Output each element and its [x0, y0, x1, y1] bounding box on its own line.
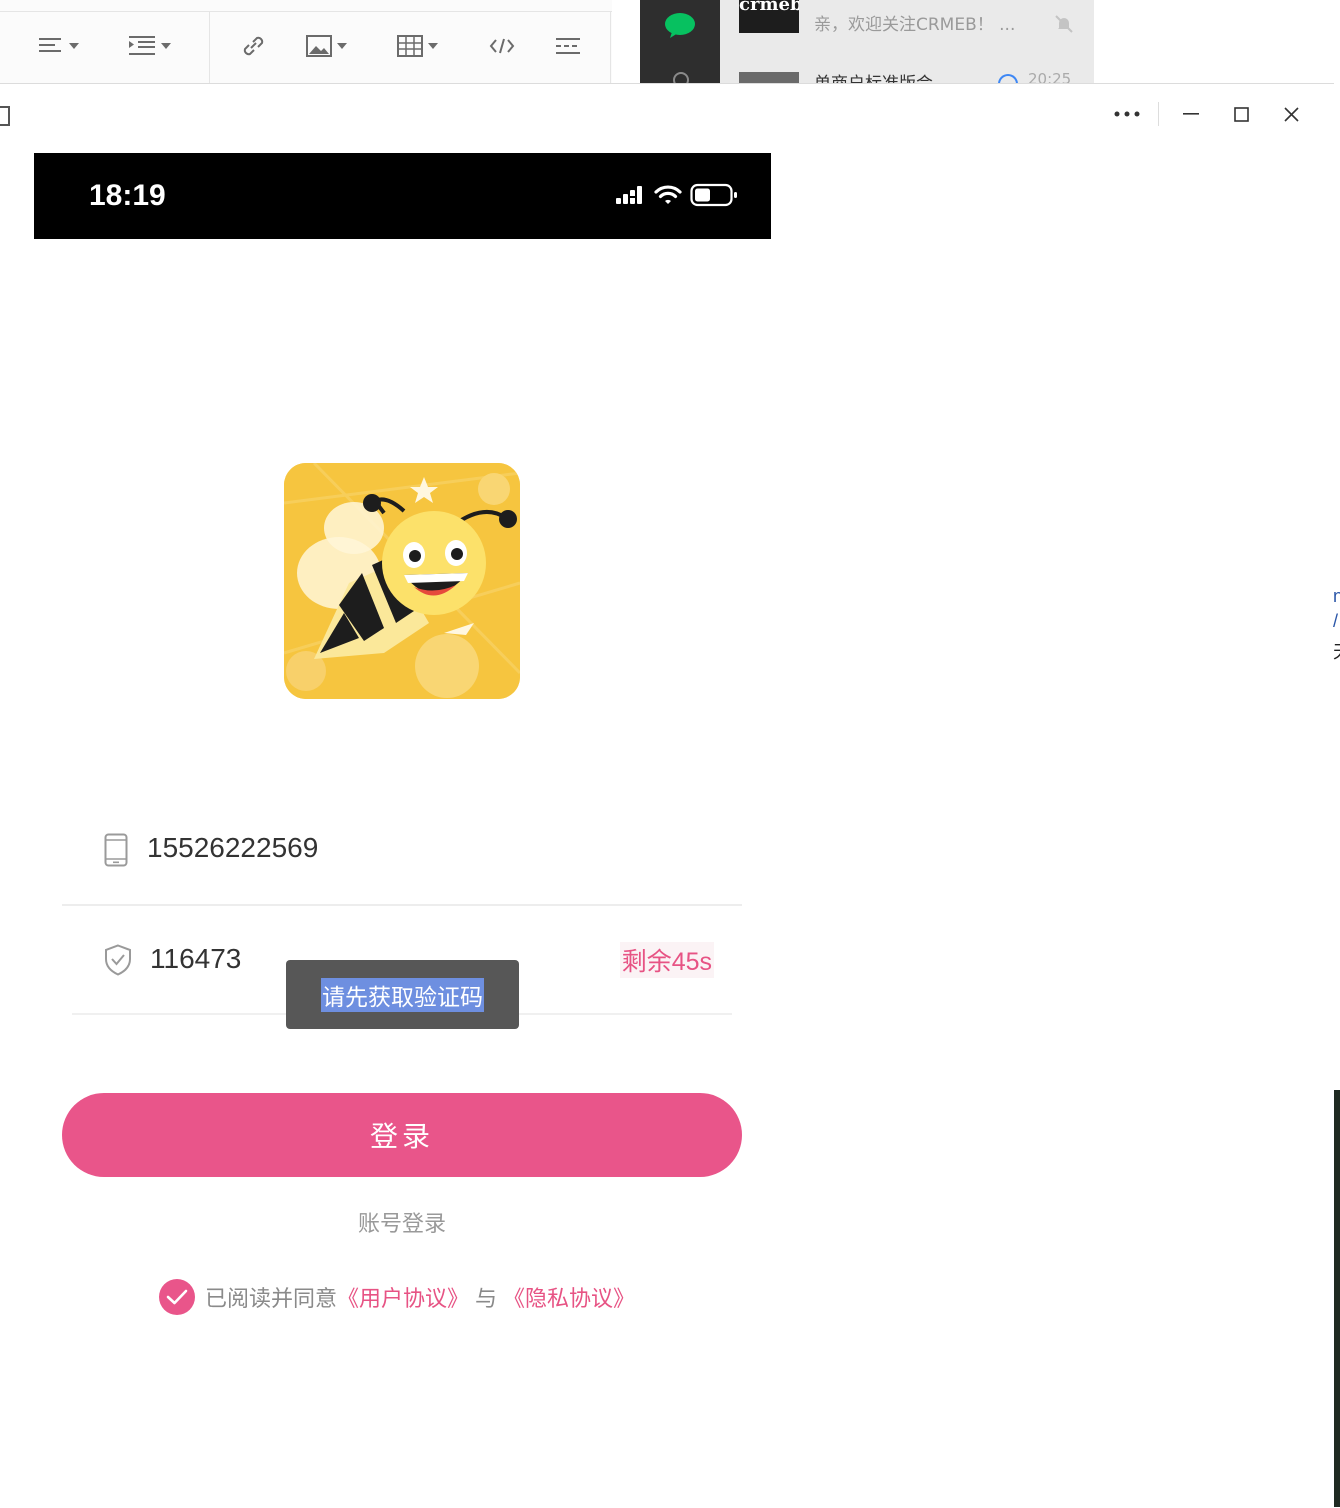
indent-button[interactable] [128, 30, 171, 62]
chevron-down-icon [161, 43, 171, 49]
account-login-link[interactable]: 账号登录 [0, 1206, 804, 1238]
mute-bell-icon [1055, 15, 1073, 33]
agreement-row: 已阅读并同意 《用户协议》 与 《隐私协议》 [159, 1278, 635, 1316]
indent-icon [129, 36, 155, 55]
phone-field[interactable]: 15526222569 [62, 800, 742, 906]
status-icons [614, 183, 738, 207]
agree-checkbox[interactable] [159, 1279, 195, 1315]
wechat-sidebar [640, 0, 720, 88]
wechat-window: crmeb 亲，欢迎关注CRMEB！ ... 单商户标准版会 20:25 [640, 0, 1094, 88]
close-icon [1283, 106, 1299, 122]
user-agreement-link[interactable]: 《用户协议》 [337, 1281, 469, 1313]
window-left-edge [0, 106, 10, 126]
checkmark-icon [166, 1289, 188, 1305]
shield-check-icon [105, 944, 131, 976]
toast-message: 请先获取验证码 [286, 960, 519, 1029]
image-button[interactable] [306, 30, 347, 62]
cellular-signal-icon [616, 186, 642, 204]
code-input[interactable]: 116473 [150, 943, 241, 975]
wifi-icon [654, 185, 682, 204]
edge-text: 天 [1333, 638, 1340, 664]
crmeb-avatar: crmeb [739, 0, 799, 33]
close-button[interactable] [1274, 96, 1308, 132]
chat-time: 20:25 [1028, 70, 1072, 83]
app-logo [284, 463, 520, 699]
table-button[interactable] [397, 30, 438, 62]
divider-button[interactable] [555, 30, 581, 62]
chevron-down-icon [337, 43, 347, 49]
group-avatar [739, 72, 799, 83]
edge-text: n [1333, 586, 1340, 606]
privacy-agreement-link[interactable]: 《隐私协议》 [503, 1281, 635, 1313]
link-button[interactable] [240, 30, 266, 62]
chevron-down-icon [428, 43, 438, 49]
more-dots-icon [1114, 111, 1140, 117]
horizontal-rule-icon [556, 38, 580, 54]
window-controls-divider [1158, 102, 1159, 126]
countdown-button[interactable]: 剩余45s [619, 942, 714, 978]
toolbar-divider [209, 12, 210, 83]
align-button[interactable] [38, 30, 79, 62]
maximize-button[interactable] [1224, 96, 1258, 132]
loading-icon [998, 74, 1018, 83]
minimize-icon [1183, 113, 1199, 115]
more-button[interactable] [1110, 96, 1144, 132]
desktop-background-edge [1334, 1090, 1340, 1507]
toolbar-divider [610, 12, 611, 83]
phone-input[interactable]: 15526222569 [147, 832, 318, 864]
mobile-phone-icon [104, 833, 128, 867]
login-button[interactable]: 登录 [62, 1093, 742, 1177]
chat-title[interactable]: 单商户标准版会 [814, 69, 933, 83]
align-left-icon [39, 38, 61, 52]
toolbar-top-divider [0, 11, 612, 12]
table-icon [397, 35, 423, 57]
chat-list: crmeb 亲，欢迎关注CRMEB！ ... 单商户标准版会 20:25 [720, 0, 1094, 83]
code-button[interactable] [489, 30, 515, 62]
code-icon [489, 38, 515, 54]
chat-bubble-icon[interactable] [664, 12, 696, 38]
toast-text: 请先获取验证码 [321, 977, 484, 1012]
link-icon [243, 36, 264, 56]
image-icon [306, 35, 332, 57]
status-time: 18:19 [89, 179, 166, 212]
bee-logo-icon [284, 463, 520, 699]
agree-and: 与 [475, 1287, 498, 1312]
chevron-down-icon [69, 43, 79, 49]
chat-preview[interactable]: 亲，欢迎关注CRMEB！ ... [814, 10, 1015, 35]
battery-icon [690, 183, 737, 207]
editor-toolbar [0, 0, 612, 84]
minimize-button[interactable] [1174, 96, 1208, 132]
agree-prefix: 已阅读并同意 [205, 1287, 338, 1312]
maximize-icon [1233, 106, 1249, 122]
edge-text: / [1333, 611, 1339, 631]
phone-status-bar: 18:19 [34, 153, 771, 239]
